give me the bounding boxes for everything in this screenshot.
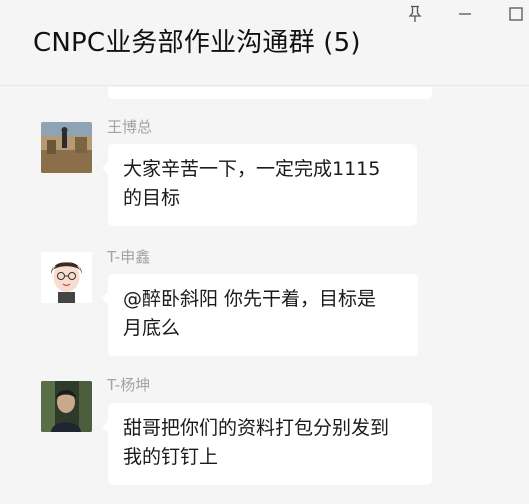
person-photo-avatar[interactable]: [41, 381, 92, 432]
message-text-line: 我的钉钉上: [123, 446, 219, 468]
message-text-line: @醉卧斜阳 你先干着，目标是: [123, 288, 377, 310]
sender-name: T-杨坤: [107, 376, 151, 394]
sender-name: T-申鑫: [107, 248, 151, 266]
previous-message-bubble: [108, 87, 432, 99]
message-text-line: 月底么: [123, 317, 181, 339]
chat-title: CNPC业务部作业沟通群 (5): [33, 28, 361, 58]
minimize-icon[interactable]: [452, 2, 478, 26]
maximize-icon[interactable]: [503, 2, 529, 26]
message-bubble[interactable]: @醉卧斜阳 你先干着，目标是 月底么: [102, 274, 418, 356]
pin-icon[interactable]: [402, 2, 428, 26]
message-text-line: 甜哥把你们的资料打包分别发到: [123, 417, 390, 439]
message-list[interactable]: 王博总 大家辛苦一下，一定完成1115 的目标 T-申鑫 @醉卧斜阳 你先干着，…: [0, 87, 529, 504]
message-bubble[interactable]: 大家辛苦一下，一定完成1115 的目标: [102, 144, 417, 226]
sender-name: 王博总: [107, 118, 153, 136]
message-bubble[interactable]: 甜哥把你们的资料打包分别发到 我的钉钉上: [102, 403, 432, 485]
cartoon-avatar[interactable]: [41, 252, 92, 303]
landscape-photo-avatar[interactable]: [41, 122, 92, 173]
chat-header: CNPC业务部作业沟通群 (5): [0, 0, 529, 86]
message-text-line: 大家辛苦一下，一定完成1115: [123, 158, 381, 180]
message-text-line: 的目标: [123, 187, 181, 209]
